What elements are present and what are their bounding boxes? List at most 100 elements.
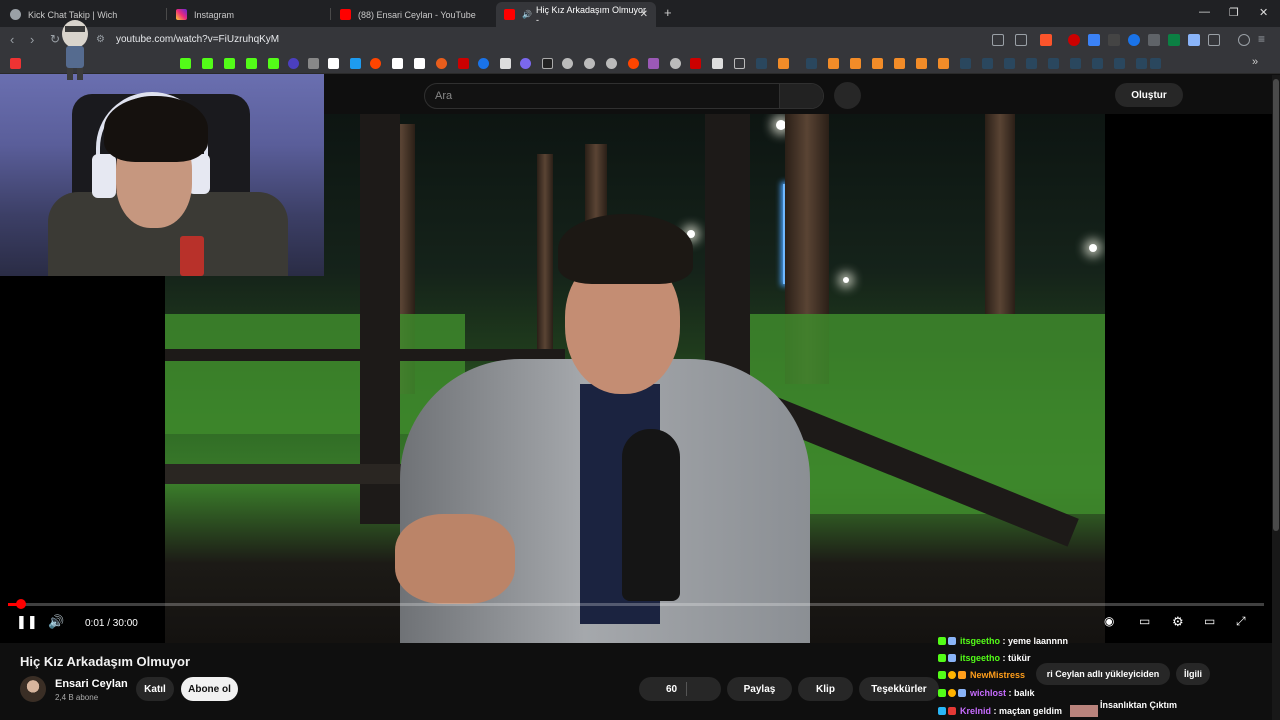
chip-related[interactable]: İlgili [1176,663,1210,685]
extension-icon[interactable] [1128,34,1140,46]
settings-icon[interactable]: ⚙ [1172,614,1184,630]
progress-scrubber[interactable] [15,599,26,609]
extension-icon[interactable] [1088,34,1100,46]
extension-icon[interactable] [1168,34,1180,46]
bookmark-icon[interactable] [458,58,469,69]
channel-avatar[interactable] [20,676,46,702]
steam-icon[interactable] [1070,58,1081,69]
bookmark-icon[interactable] [180,58,191,69]
scrollbar-thumb[interactable] [1273,79,1279,531]
steam-icon[interactable] [1114,58,1125,69]
subtitles-icon[interactable]: ▭ [1139,614,1150,628]
share-button[interactable]: Paylaş [727,677,792,701]
folder-icon[interactable] [734,58,745,69]
thanks-button[interactable]: Teşekkürler [859,677,939,701]
steam-icon[interactable] [1150,58,1161,69]
tab-instagram[interactable]: Instagram [168,2,328,27]
steam-icon[interactable] [756,58,767,69]
bookmark-icon[interactable] [584,58,595,69]
bookmark-icon[interactable] [916,58,927,69]
more-bookmarks-icon[interactable]: » [1252,56,1258,68]
steam-icon[interactable] [960,58,971,69]
close-tab-icon[interactable]: ✕ [640,9,648,20]
steam-icon[interactable] [1048,58,1059,69]
reddit-icon[interactable] [370,58,381,69]
extension-icon[interactable] [1108,34,1120,46]
bookmark-icon[interactable] [778,58,789,69]
extension-icon[interactable] [1148,34,1160,46]
puzzle-icon[interactable] [1188,34,1200,46]
bookmark-icon[interactable] [520,58,531,69]
clip-button[interactable]: Klip [798,677,853,701]
create-button[interactable]: Oluştur [1115,83,1183,107]
tab-youtube-video[interactable]: 🔊 Hiç Kız Arkadaşım Olmuyor - ✕ [496,2,656,27]
close-window-button[interactable]: ✕ [1259,6,1268,19]
autoplay-toggle[interactable]: ◉ [1104,614,1114,628]
extension-icon[interactable] [1068,34,1080,46]
sidebar-icon[interactable] [1208,34,1220,46]
bookmark-icon[interactable] [202,58,213,69]
subscribe-button[interactable]: Abone ol [181,677,238,701]
bookmark-icon[interactable] [894,58,905,69]
theater-mode-icon[interactable]: ▭ [1204,614,1215,628]
cast-icon[interactable] [992,34,1004,46]
menu-icon[interactable]: ≡ [1258,32,1265,46]
amazon-icon[interactable] [414,58,425,69]
steam-icon[interactable] [1026,58,1037,69]
voice-search-button[interactable] [834,82,861,109]
bookmark-icon[interactable] [850,58,861,69]
bookmark-icon[interactable] [562,58,573,69]
bookmark-icon[interactable] [670,58,681,69]
join-button[interactable]: Katıl [136,677,174,701]
media-icon[interactable] [1238,34,1250,46]
bookmark-icon[interactable] [872,58,883,69]
x-icon[interactable] [328,58,339,69]
site-info-icon[interactable]: ⚙ [96,34,105,45]
kick-badge-icon [948,707,956,715]
fullscreen-icon[interactable]: ⤢ [1236,614,1246,629]
bookmark-icon[interactable] [648,58,659,69]
bookmark-icon[interactable] [392,58,403,69]
volume-icon[interactable]: 🔊 [48,614,64,630]
steam-icon[interactable] [1092,58,1103,69]
phone [180,236,204,276]
tab-youtube-channel[interactable]: (88) Ensari Ceylan - YouTube [332,2,494,27]
search-button[interactable] [779,84,823,108]
bookmark-icon[interactable] [712,58,723,69]
bookmark-icon[interactable] [478,58,489,69]
minimize-button[interactable]: — [1199,6,1210,18]
search-input[interactable] [425,84,781,108]
bookmark-icon[interactable] [828,58,839,69]
back-icon[interactable]: ‹ [10,32,14,47]
bookmark-icon[interactable] [10,58,21,69]
channel-name[interactable]: Ensari Ceylan [55,678,128,690]
tab-title: Instagram [194,9,235,20]
bookmark-icon[interactable] [350,58,361,69]
forward-icon[interactable]: › [30,32,34,47]
bookmark-icon[interactable] [246,58,257,69]
steam-icon[interactable] [1136,58,1147,69]
bookmark-icon[interactable] [628,58,639,69]
brave-shield-icon[interactable] [1040,34,1052,46]
bookmark-icon[interactable] [606,58,617,69]
page-scrollbar[interactable] [1272,75,1280,720]
steam-icon[interactable] [982,58,993,69]
share-icon[interactable] [1015,34,1027,46]
bookmark-icon[interactable] [690,58,701,69]
bookmark-icon[interactable] [288,58,299,69]
restore-button[interactable]: ❐ [1229,6,1239,19]
bookmark-icon[interactable] [268,58,279,69]
bookmark-icon[interactable] [500,58,511,69]
bookmark-icon[interactable] [224,58,235,69]
pause-button[interactable]: ❚❚ [16,614,38,630]
bookmark-icon[interactable] [308,58,319,69]
bookmark-icon[interactable] [938,58,949,69]
new-tab-button[interactable]: + [664,5,672,20]
progress-bar[interactable] [8,599,1264,609]
steam-icon[interactable] [1004,58,1015,69]
steam-icon[interactable] [806,58,817,69]
like-button[interactable]: 60 [639,677,721,701]
bookmark-icon[interactable] [436,58,447,69]
url-field[interactable]: youtube.com/watch?v=FiUzruhqKyM [116,34,279,45]
bookmark-icon[interactable] [542,58,553,69]
